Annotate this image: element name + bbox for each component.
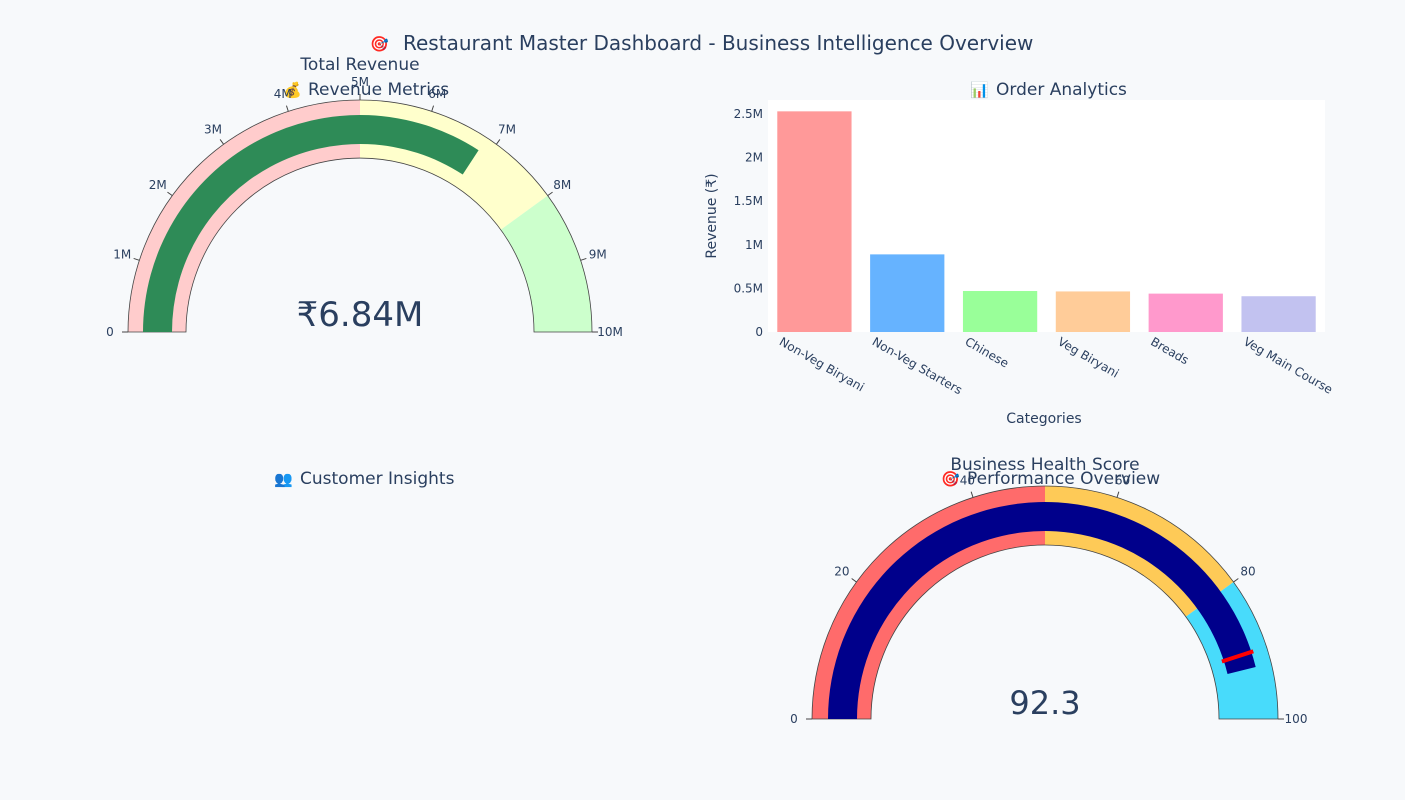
revenue-gauge-tick-label: 0	[106, 325, 114, 339]
people-icon: 👥	[274, 470, 293, 488]
revenue-gauge-tick-label: 2M	[149, 178, 167, 192]
health-gauge-tick-label: 100	[1285, 712, 1308, 726]
bar-non-veg-starters	[870, 254, 945, 332]
bar-x-tick-label: Veg Main Course	[1241, 334, 1335, 396]
dashboard-title: Restaurant Master Dashboard - Business I…	[403, 31, 1033, 55]
revenue-gauge-tick-label: 3M	[204, 123, 222, 137]
revenue-gauge-tick-label: 8M	[553, 178, 571, 192]
revenue-gauge-tick-label: 5M	[351, 75, 369, 89]
bar-y-axis-label: Revenue (₹)	[704, 173, 720, 258]
revenue-gauge-value: ₹6.84M	[297, 295, 424, 335]
bar-y-tick-label: 2.5M	[734, 107, 763, 121]
target-icon: 🎯	[370, 35, 389, 53]
health-gauge-tick-mark	[1233, 578, 1239, 583]
revenue-gauge-tick-label: 1M	[113, 248, 131, 262]
bar-x-axis-label: Categories	[1006, 411, 1081, 427]
health-gauge-tick-label: 40	[960, 473, 975, 487]
bar-y-tick-label: 2M	[745, 151, 763, 165]
health-gauge-tick-label: 0	[790, 712, 798, 726]
bar-x-tick-label: Non-Veg Biryani	[777, 334, 867, 394]
revenue-gauge-tick-label: 7M	[498, 123, 516, 137]
customer-insights-title: Customer Insights	[300, 469, 455, 489]
bar-y-tick-label: 1M	[745, 238, 763, 252]
bar-chart-icon: 📊	[970, 81, 989, 99]
bar-x-tick-label: Non-Veg Starters	[870, 334, 965, 397]
revenue-gauge-tick-mark	[547, 191, 553, 197]
bar-breads	[1148, 293, 1223, 332]
revenue-gauge-tick-mark	[133, 257, 140, 261]
bar-veg-biryani	[1055, 291, 1131, 332]
dashboard-canvas: 🎯 Restaurant Master Dashboard - Business…	[106, 31, 1335, 726]
health-gauge-tick-mark	[851, 578, 857, 583]
revenue-gauge-tick-mark	[285, 105, 289, 112]
revenue-gauge-title: Total Revenue	[299, 55, 419, 75]
health-gauge-tick-label: 20	[834, 564, 849, 578]
revenue-gauge-tick-label: 10M	[597, 325, 623, 339]
health-gauge-title: Business Health Score	[950, 455, 1139, 475]
order-analytics-title: Order Analytics	[996, 80, 1127, 100]
health-gauge-tick-mark	[1116, 491, 1120, 498]
bar-y-tick-label: 0.5M	[734, 281, 763, 295]
bar-y-tick-label: 1.5M	[734, 194, 763, 208]
revenue-gauge-tick-label: 6M	[428, 87, 446, 101]
bar-y-tick-label: 0	[755, 325, 763, 339]
bar-chinese	[962, 291, 1038, 332]
bar-x-tick-label: Veg Biryani	[1055, 334, 1121, 380]
health-gauge-tick-label: 80	[1240, 564, 1255, 578]
bar-x-tick-label: Chinese	[963, 334, 1012, 370]
revenue-gauge-tick-mark	[431, 105, 435, 112]
order-analytics-bar-chart: 0 0.5M 1M 1.5M 2M 2.5M Non-Veg Biryani Non-Veg…	[734, 100, 1335, 397]
bar-veg-main-course	[1241, 296, 1316, 332]
revenue-gauge-tick-label: 4M	[274, 87, 292, 101]
health-gauge-tick-label: 60	[1115, 473, 1130, 487]
revenue-gauge-tick-mark	[495, 139, 501, 145]
health-gauge-tick-mark	[970, 491, 974, 498]
revenue-gauge-tick-mark	[580, 257, 587, 261]
revenue-gauge-tick-label: 9M	[589, 248, 607, 262]
bar-non-veg-biryani	[777, 111, 852, 332]
revenue-gauge-tick-mark	[167, 191, 173, 197]
bar-x-tick-label: Breads	[1148, 334, 1191, 367]
revenue-gauge-tick-mark	[219, 139, 225, 145]
health-gauge-value: 92.3	[1009, 684, 1080, 722]
